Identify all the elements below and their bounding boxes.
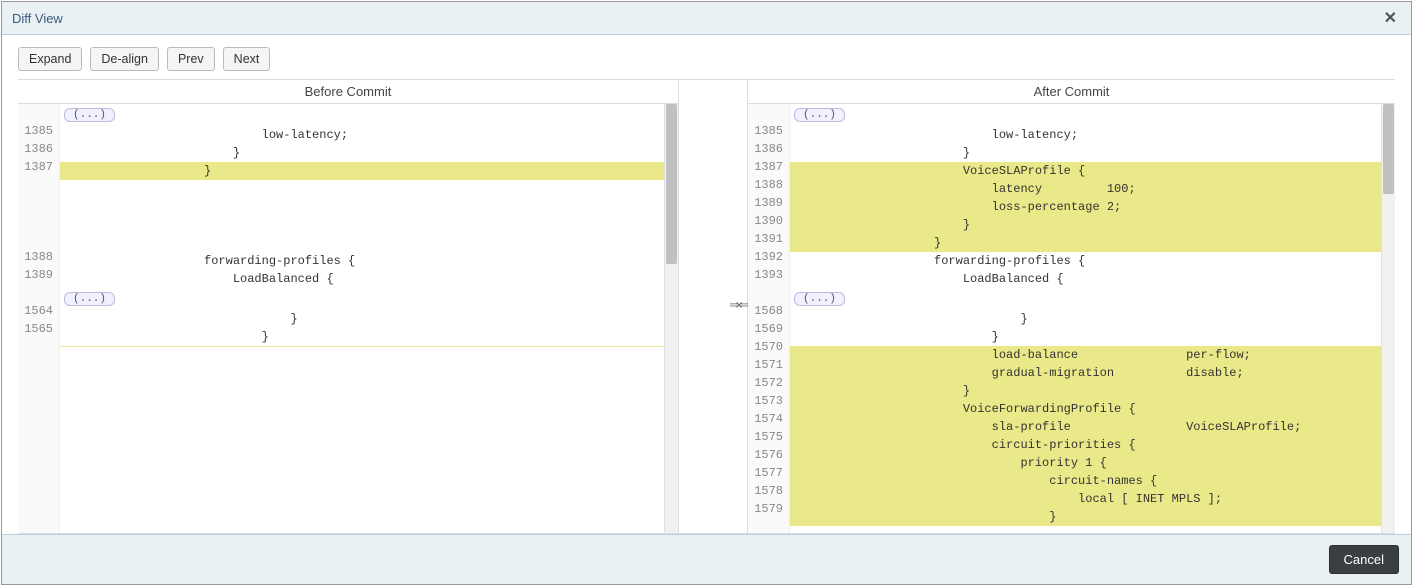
code-line: } <box>790 216 1381 234</box>
cancel-button[interactable]: Cancel <box>1329 545 1399 574</box>
code-line: forwarding-profiles { <box>60 252 664 270</box>
diff-area: Before Commit 13851386138713881389156415… <box>18 79 1395 534</box>
code-line: } <box>60 310 664 328</box>
code-line: latency 100; <box>790 180 1381 198</box>
code-line: low-latency; <box>60 126 664 144</box>
before-scrollbar[interactable] <box>664 104 678 533</box>
code-line <box>60 234 664 252</box>
code-line: LoadBalanced { <box>790 270 1381 288</box>
code-line: forwarding-profiles { <box>790 252 1381 270</box>
align-arrows-icon[interactable]: ⇒⇐ <box>729 297 747 313</box>
dialog-title: Diff View <box>12 11 63 26</box>
code-line: LoadBalanced { <box>60 270 664 288</box>
center-strip: ⇒⇐ <box>678 80 748 533</box>
code-line: } <box>790 310 1381 328</box>
after-pane: After Commit 138513861387138813891390139… <box>748 80 1395 533</box>
code-line: local [ INET MPLS ]; <box>790 490 1381 508</box>
code-line: } <box>60 328 664 346</box>
prev-button[interactable]: Prev <box>167 47 215 71</box>
code-line: circuit-names { <box>790 472 1381 490</box>
after-code[interactable]: (...) low-latency; } VoiceSLAProfile { l… <box>790 104 1381 533</box>
code-line: VoiceSLAProfile { <box>790 162 1381 180</box>
code-line: priority 1 { <box>790 454 1381 472</box>
code-line: } <box>60 162 664 180</box>
close-icon[interactable]: ✕ <box>1380 8 1401 28</box>
fold-toggle[interactable]: (...) <box>64 108 115 122</box>
code-line: loss-percentage 2; <box>790 198 1381 216</box>
after-scroll-thumb[interactable] <box>1383 104 1394 194</box>
code-line <box>60 198 664 216</box>
before-scroll-thumb[interactable] <box>666 104 677 264</box>
fold-toggle[interactable]: (...) <box>64 292 115 306</box>
before-pane: Before Commit 13851386138713881389156415… <box>18 80 678 533</box>
before-header: Before Commit <box>18 80 678 104</box>
after-body: 1385138613871388138913901391139213931568… <box>748 104 1395 533</box>
before-body: 1385138613871388138915641565 (...) low-l… <box>18 104 678 533</box>
after-gutter: 1385138613871388138913901391139213931568… <box>748 104 790 533</box>
code-line: circuit-priorities { <box>790 436 1381 454</box>
before-code[interactable]: (...) low-latency; } } forwarding-profil… <box>60 104 664 533</box>
titlebar: Diff View ✕ <box>2 2 1411 35</box>
diff-view-dialog: Diff View ✕ Expand De-align Prev Next Be… <box>1 1 1412 585</box>
code-line: gradual-migration disable; <box>790 364 1381 382</box>
code-line: } <box>790 144 1381 162</box>
after-scrollbar[interactable] <box>1381 104 1395 533</box>
expand-button[interactable]: Expand <box>18 47 82 71</box>
after-header: After Commit <box>748 80 1395 104</box>
code-line: } <box>790 508 1381 526</box>
code-line: } <box>790 234 1381 252</box>
next-button[interactable]: Next <box>223 47 271 71</box>
fold-toggle[interactable]: (...) <box>794 108 845 122</box>
footer: Cancel <box>2 534 1411 584</box>
code-line: load-balance per-flow; <box>790 346 1381 364</box>
code-line: } <box>790 328 1381 346</box>
code-line: sla-profile VoiceSLAProfile; <box>790 418 1381 436</box>
code-line: VoiceForwardingProfile { <box>790 400 1381 418</box>
code-line <box>60 180 664 198</box>
code-line: low-latency; <box>790 126 1381 144</box>
toolbar: Expand De-align Prev Next <box>2 35 1411 79</box>
fold-toggle[interactable]: (...) <box>794 292 845 306</box>
before-gutter: 1385138613871388138915641565 <box>18 104 60 533</box>
code-line: } <box>60 144 664 162</box>
code-line: } <box>790 382 1381 400</box>
code-line <box>60 216 664 234</box>
dealign-button[interactable]: De-align <box>90 47 159 71</box>
